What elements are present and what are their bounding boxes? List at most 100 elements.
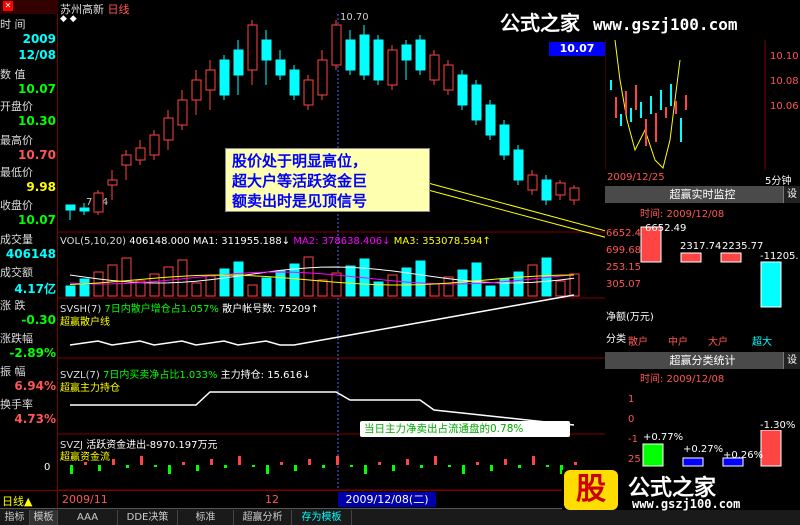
volume-bar xyxy=(345,265,356,297)
tab-standard[interactable]: 标准 xyxy=(178,510,234,525)
volume-bar xyxy=(513,271,524,297)
fund-flow-bar xyxy=(154,465,157,467)
change-pct-label: 涨跌幅 xyxy=(0,332,33,345)
candle-body xyxy=(499,124,510,156)
fund-flow-bar xyxy=(434,456,437,465)
top-signal-callout: 股价处于明显高位， 超大户等活跃资金巨 额卖出时是见顶信号 xyxy=(225,148,430,212)
fund-flow-bar xyxy=(350,465,353,467)
qty-value: 10.07 xyxy=(18,82,56,96)
month-label-1: 2009/11 xyxy=(62,493,108,506)
monitor-settings-button[interactable]: 设 xyxy=(783,186,800,203)
monitor-value-retail: 6652.49 xyxy=(645,223,687,234)
fund-flow-bar xyxy=(476,462,479,465)
candle-body xyxy=(191,79,202,101)
fund-flow-bar xyxy=(196,465,199,471)
period-toggle[interactable]: 日线▲ xyxy=(2,493,32,509)
candle-body xyxy=(247,24,258,71)
svzj-zero: 0 xyxy=(44,462,51,473)
candle-body xyxy=(317,59,328,96)
volume-panel-header: VOL(5,10,20) 406148.000 MA1: 311955.188↓… xyxy=(60,236,491,247)
monitor-panel-title: 超赢实时监控 设 xyxy=(605,186,800,203)
volume-bar xyxy=(485,285,496,297)
close-value: 10.07 xyxy=(18,213,56,227)
volume-bar xyxy=(149,273,160,297)
candle-body xyxy=(513,149,524,181)
monitor-value-super: -11205. xyxy=(760,251,799,262)
fund-flow-bar xyxy=(406,459,409,465)
cursor-date: 2009/12/08(二) xyxy=(338,492,436,507)
fund-flow-bar xyxy=(378,462,381,465)
volume-bar xyxy=(65,285,76,297)
turnover-value: 4.73% xyxy=(14,412,56,426)
volume-bar xyxy=(331,272,342,297)
mini-volume-bar xyxy=(665,107,667,118)
cat-label: 分类 xyxy=(606,334,626,345)
tab-dde[interactable]: DDE决策 xyxy=(118,510,178,525)
mini-volume-bar xyxy=(625,91,627,114)
volume-value: 406148 xyxy=(5,247,56,261)
fund-flow-bar xyxy=(336,456,339,465)
site-logo: 股 公式之家 www.gszj100.com xyxy=(562,470,800,511)
amount-value: 4.17亿 xyxy=(14,282,56,296)
tab-indicator[interactable]: 指标 xyxy=(0,510,30,525)
fund-flow-bar xyxy=(112,459,115,465)
fund-flow-bar xyxy=(126,465,129,468)
volume-bar xyxy=(79,278,90,297)
tab-chaoying[interactable]: 超赢分析 xyxy=(234,510,292,525)
qty-label: 数 值 xyxy=(0,68,26,81)
month-label-2: 12 xyxy=(265,493,279,506)
chart-area[interactable]: 苏州高新 日线 ◆ ◆ 10.70 7.44 10.07 公式之家 www.gs… xyxy=(44,0,737,490)
open-value: 10.30 xyxy=(18,114,56,128)
svsh-subtitle: 超赢散户线 xyxy=(60,317,110,328)
fund-flow-bar xyxy=(238,456,241,465)
stats-settings-button[interactable]: 设 xyxy=(783,352,800,369)
candle-body xyxy=(485,104,496,136)
candle-body xyxy=(303,79,314,106)
candle-body xyxy=(233,49,244,76)
candle-body xyxy=(415,39,426,71)
volume-bar xyxy=(457,269,468,297)
fund-flow-bar xyxy=(518,465,521,468)
amplitude-value: 6.94% xyxy=(14,379,56,393)
candle-body xyxy=(457,74,468,106)
high-label: 最高价 xyxy=(0,134,33,147)
close-icon[interactable]: ✕ xyxy=(3,1,13,11)
stats-value-mid: +0.27% xyxy=(683,444,724,455)
bar-super xyxy=(760,261,782,308)
fund-flow-bar xyxy=(210,459,213,465)
stats-panel-title: 超赢分类统计 设 xyxy=(605,352,800,369)
fund-flow-bar xyxy=(546,465,549,467)
mini-volume-bar xyxy=(670,84,672,106)
tab-aaa[interactable]: AAA xyxy=(58,510,118,525)
change-label: 涨 跌 xyxy=(0,299,26,312)
volume-bar xyxy=(471,262,482,297)
year-value: 2009 xyxy=(22,32,56,46)
fund-flow-bar xyxy=(98,465,101,471)
stat-bar-mid xyxy=(682,457,704,467)
mini-volume-bar xyxy=(655,113,657,142)
candle-body xyxy=(289,69,300,96)
fund-flow-bar xyxy=(252,465,255,467)
volume-bar xyxy=(387,274,398,297)
volume-bar xyxy=(429,283,440,297)
mini-volume-bar xyxy=(610,80,612,90)
volume-bar xyxy=(121,257,132,297)
fund-flow-bar xyxy=(490,465,493,471)
amount-label: 成交额 xyxy=(0,266,33,279)
volume-bar xyxy=(569,273,580,297)
mini-volume-bar xyxy=(680,118,682,142)
mini-volume-bar xyxy=(640,102,642,118)
tab-template[interactable]: 模板 xyxy=(30,510,58,525)
candle-body xyxy=(65,204,76,211)
candle-body xyxy=(443,64,454,91)
stats-value-retail: +0.77% xyxy=(643,432,684,443)
candle-body xyxy=(401,44,412,61)
quote-info-panel: ✕ 时 间 2009 12/08 数 值 10.07 开盘价 10.30 最高价… xyxy=(0,0,58,510)
bar-large xyxy=(720,252,742,263)
candle-body xyxy=(387,49,398,86)
stats-value-super: -1.30% xyxy=(760,420,796,431)
time-label: 时 间 xyxy=(0,18,26,31)
low-label: 最低价 xyxy=(0,166,33,179)
tab-save-template[interactable]: 存为模板 xyxy=(292,510,352,525)
candle-body xyxy=(373,39,384,81)
